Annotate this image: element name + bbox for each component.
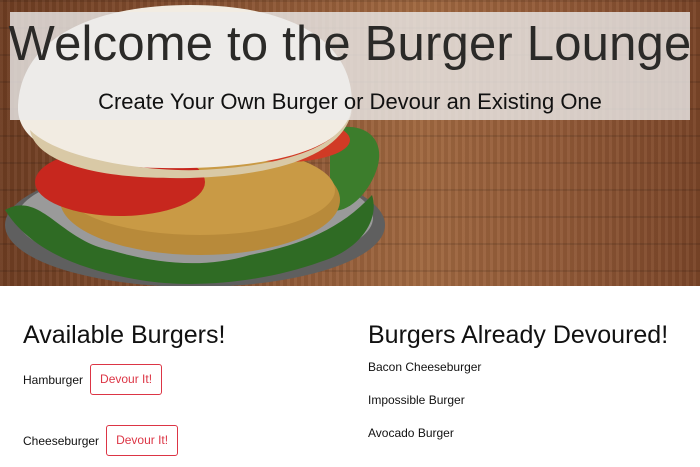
list-item: Impossible Burger (368, 393, 465, 407)
available-burgers-heading: Available Burgers! (23, 321, 226, 349)
list-item: Avocado Burger (368, 426, 454, 440)
devour-button[interactable]: Devour It! (90, 364, 163, 395)
available-burgers-section: Available Burgers! Hamburger Devour It! … (23, 318, 343, 456)
list-item: Hamburger Devour It! (23, 364, 163, 395)
list-item: Bacon Cheeseburger (368, 360, 482, 374)
burger-name: Hamburger (23, 372, 84, 387)
devoured-burgers-heading: Burgers Already Devoured! (368, 321, 669, 349)
list-item: Cheeseburger Devour It! (23, 425, 179, 456)
page-title: Welcome to the Burger Lounge (8, 17, 692, 71)
page-subtitle: Create Your Own Burger or Devour an Exis… (98, 89, 602, 114)
devour-button[interactable]: Devour It! (106, 425, 179, 456)
burger-name: Cheeseburger (23, 433, 100, 448)
hero-banner-image: Welcome to the Burger Lounge Create Your… (0, 0, 700, 286)
devoured-burgers-section: Burgers Already Devoured! Bacon Cheesebu… (368, 318, 688, 440)
